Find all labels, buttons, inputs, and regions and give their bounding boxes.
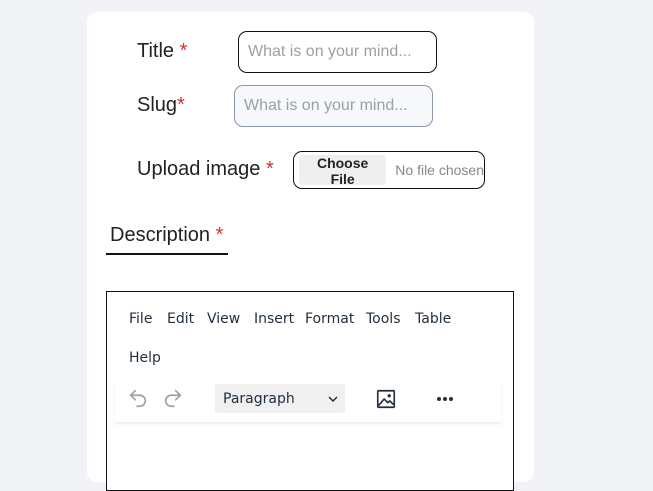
image-icon[interactable] xyxy=(375,388,397,415)
required-mark: * xyxy=(177,94,185,116)
choose-file-button[interactable]: Choose File xyxy=(299,155,387,187)
title-label: Title * xyxy=(137,40,188,62)
more-icon[interactable] xyxy=(435,390,455,413)
menu-help[interactable]: Help xyxy=(129,350,161,366)
block-format-select[interactable]: Paragraph xyxy=(215,384,345,413)
required-mark: * xyxy=(215,224,224,246)
editor-menubar: File Edit View Insert Format Tools Table… xyxy=(107,292,513,382)
menu-format[interactable]: Format xyxy=(305,311,354,327)
menu-insert[interactable]: Insert xyxy=(254,311,294,327)
file-status-text: No file chosen xyxy=(395,162,484,178)
editor-toolbar: Paragraph xyxy=(115,380,501,422)
post-form-card: Title * Slug* Upload image * Choose File… xyxy=(87,12,534,491)
slug-input[interactable] xyxy=(234,85,433,127)
upload-image-label: Upload image * xyxy=(137,158,274,180)
file-input[interactable]: Choose File No file chosen xyxy=(293,151,485,189)
title-input[interactable] xyxy=(238,31,437,73)
redo-icon[interactable] xyxy=(162,387,184,414)
menu-file[interactable]: File xyxy=(129,311,152,327)
required-mark: * xyxy=(179,40,188,62)
menu-tools[interactable]: Tools xyxy=(366,311,401,327)
required-mark: * xyxy=(265,158,274,180)
chevron-down-icon xyxy=(327,393,339,409)
menu-edit[interactable]: Edit xyxy=(167,311,194,327)
menu-view[interactable]: View xyxy=(207,311,240,327)
tab-description[interactable]: Description * xyxy=(106,224,228,255)
slug-label: Slug* xyxy=(137,94,185,116)
rich-text-editor: File Edit View Insert Format Tools Table… xyxy=(106,291,514,491)
menu-table[interactable]: Table xyxy=(415,311,451,327)
undo-icon[interactable] xyxy=(127,387,149,414)
